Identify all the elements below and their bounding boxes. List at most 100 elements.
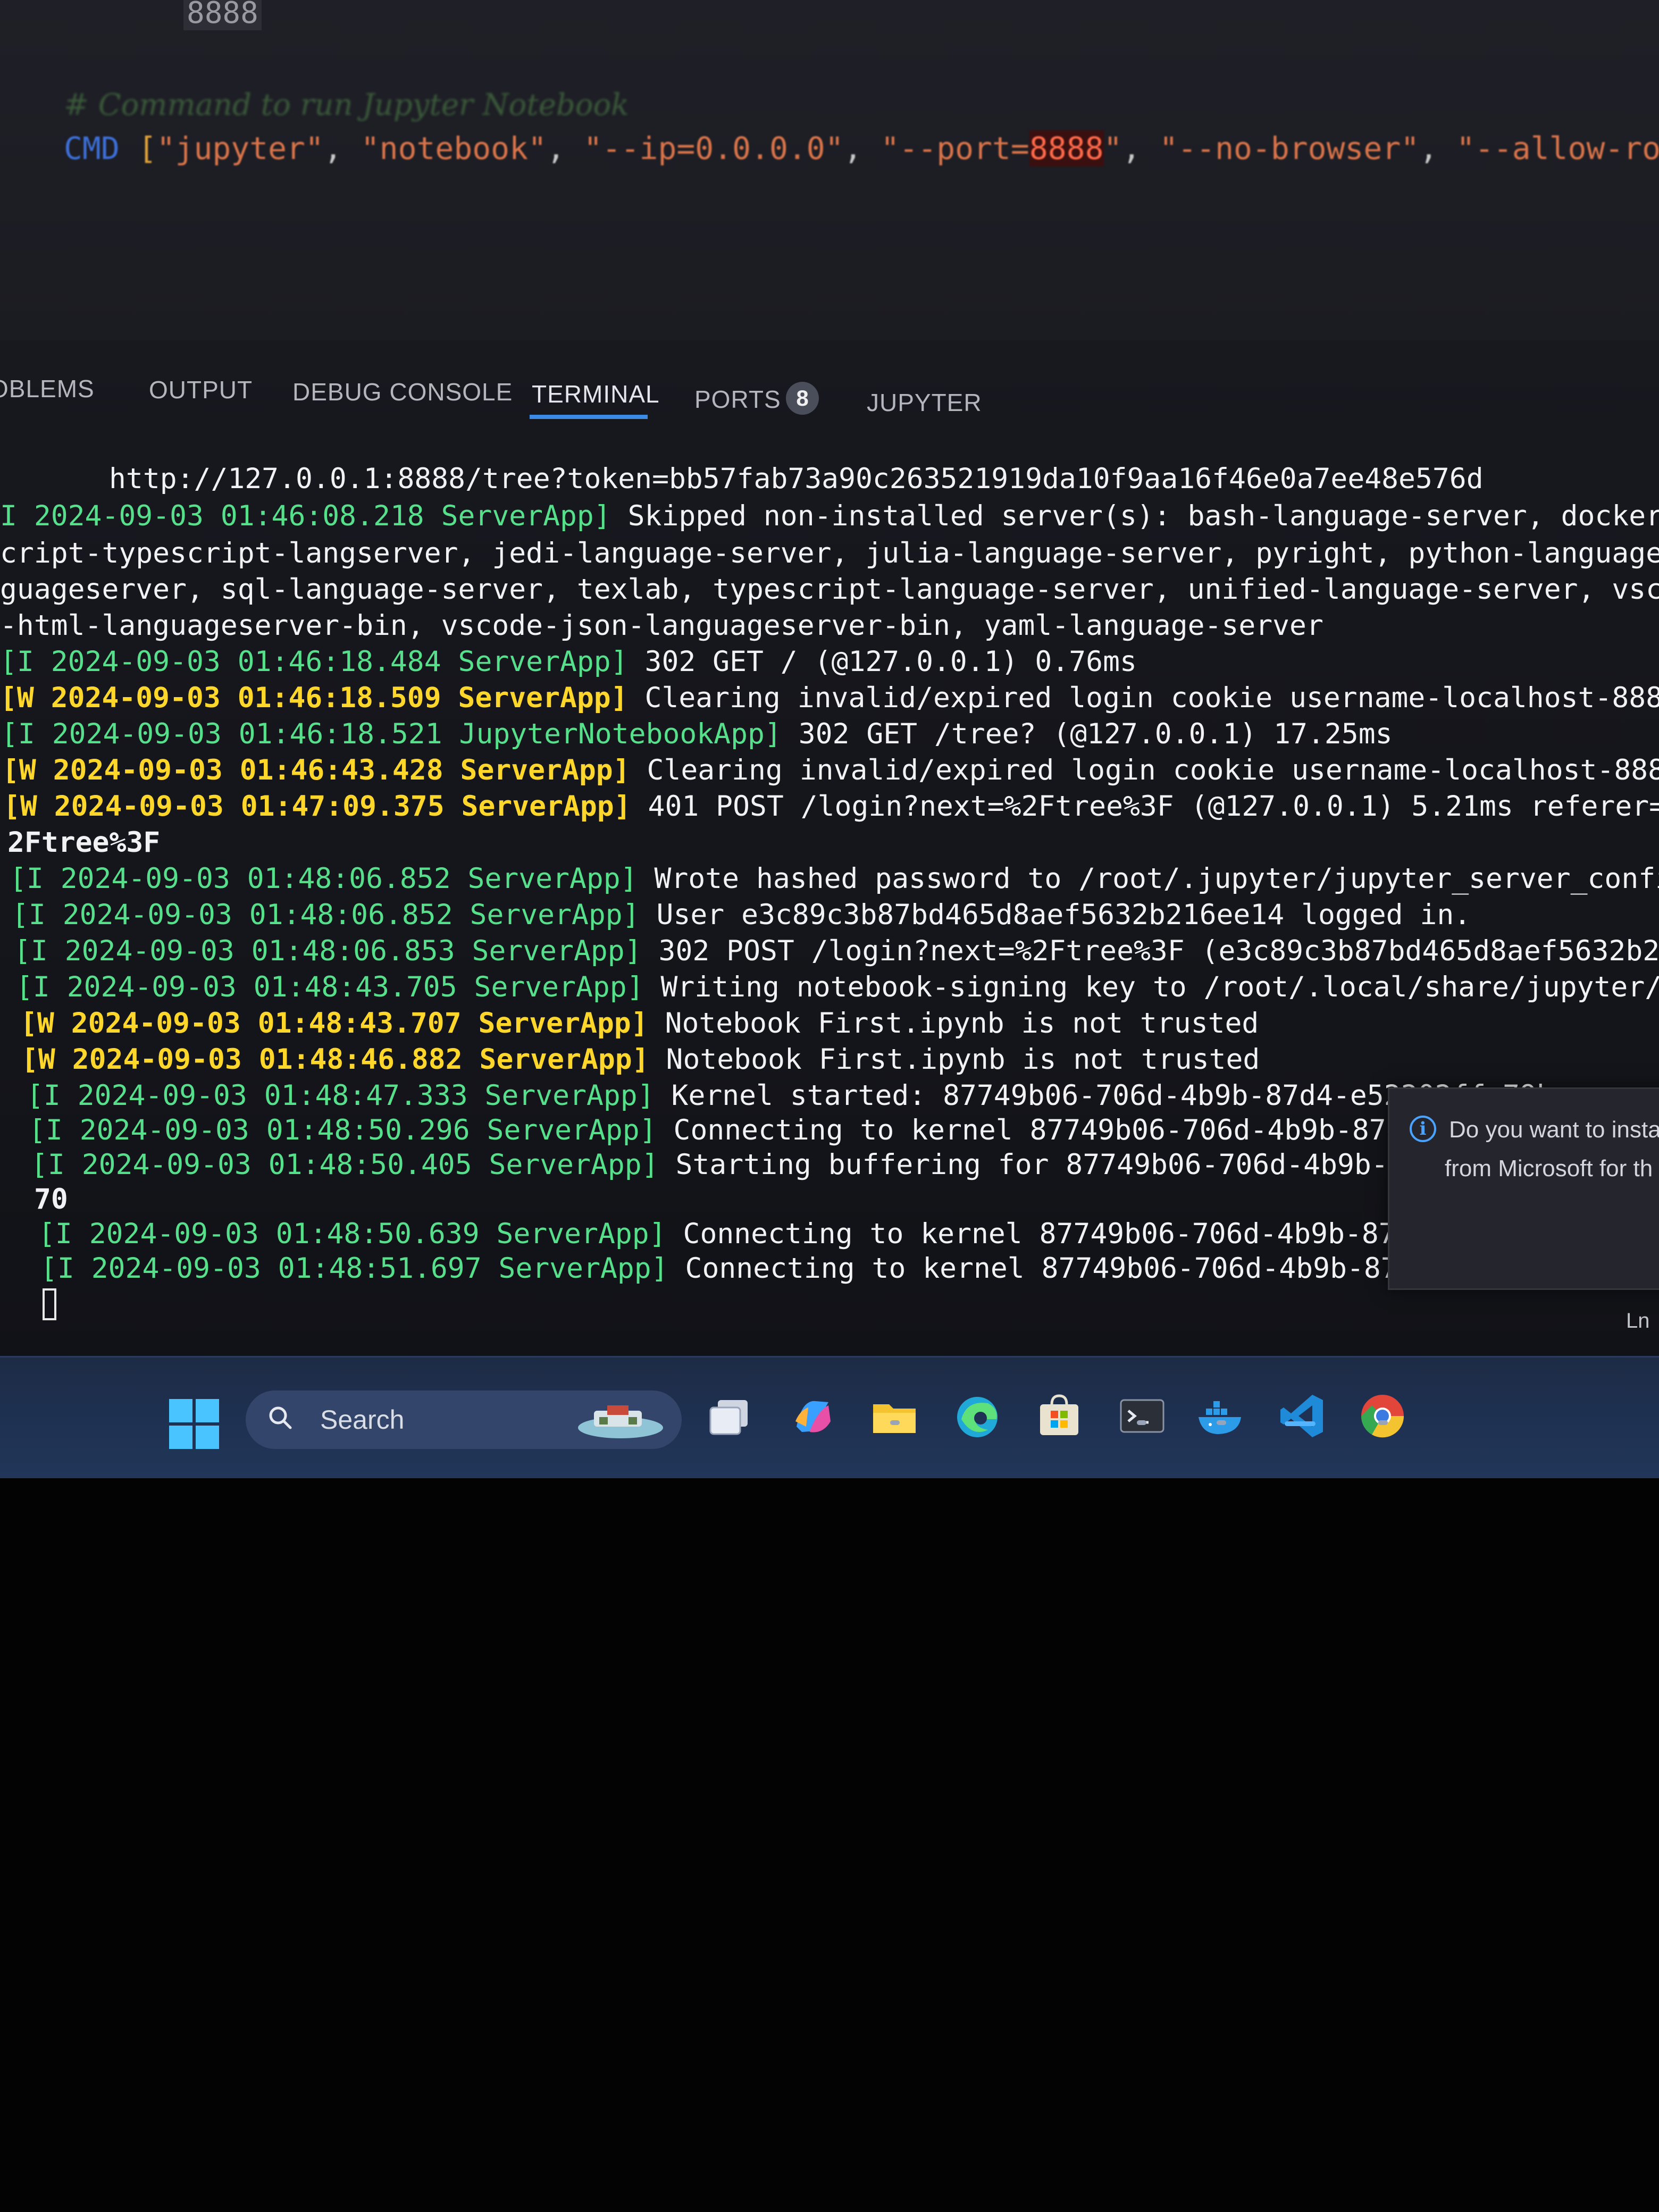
log-line: [I 2024-09-03 01:48:06.852 ServerApp] Us… xyxy=(12,899,1471,931)
cmd-arg-ip: "--ip=0.0.0.0" xyxy=(583,130,844,166)
log-line: guageserver, sql-language-server, texlab… xyxy=(0,573,1659,606)
desk-background xyxy=(0,1478,1659,2212)
cmd-open-bracket: [ xyxy=(138,130,157,166)
log-line: [W 2024-09-03 01:46:43.428 ServerApp] Cl… xyxy=(2,754,1659,786)
tab-terminal[interactable]: TERMINAL xyxy=(532,380,660,408)
log-prefix: [I 2024-09-03 01:46:18.484 ServerApp] xyxy=(0,646,628,678)
running-indicator xyxy=(1137,1420,1146,1425)
cmd-keyword: CMD xyxy=(64,130,120,166)
log-line: I 2024-09-03 01:46:08.218 ServerApp] Ski… xyxy=(0,500,1659,532)
task-view-icon[interactable] xyxy=(703,1389,756,1443)
notification-text-line-2: from Microsoft for th xyxy=(1445,1155,1653,1182)
microsoft-store-icon[interactable] xyxy=(1033,1389,1086,1443)
active-tab-indicator xyxy=(530,415,648,419)
windows-start-icon[interactable] xyxy=(169,1399,220,1449)
running-indicator xyxy=(1378,1420,1388,1425)
log-message: 302 GET / (@127.0.0.1) 0.76ms xyxy=(627,646,1137,678)
log-message: Clearing invalid/expired login cookie us… xyxy=(630,754,1659,786)
log-message: Notebook First.ipynb is not trusted xyxy=(648,1007,1259,1040)
log-prefix: [I 2024-09-03 01:48:50.296 ServerApp] xyxy=(29,1114,657,1146)
log-line: [I 2024-09-03 01:46:18.484 ServerApp] 30… xyxy=(0,646,1137,678)
cmd-arg-notebook: "notebook" xyxy=(361,130,547,166)
terminal-prompt[interactable] xyxy=(43,1287,56,1321)
log-line: [I 2024-09-03 01:48:06.852 ServerApp] Wr… xyxy=(10,862,1659,895)
active-app-indicator xyxy=(1285,1421,1316,1426)
log-message: Writing notebook-signing key to /root/.l… xyxy=(660,971,1659,1003)
log-line: [I 2024-09-03 01:46:18.521 JupyterNotebo… xyxy=(1,718,1393,750)
log-prefix: [I 2024-09-03 01:48:06.852 ServerApp] xyxy=(12,899,640,931)
log-line: 2Ftree%3F xyxy=(7,826,161,859)
extension-install-notification[interactable]: i Do you want to insta from Microsoft fo… xyxy=(1388,1087,1659,1290)
running-indicator xyxy=(890,1420,900,1425)
info-icon: i xyxy=(1410,1116,1436,1142)
file-explorer-icon[interactable] xyxy=(868,1389,921,1443)
log-line: cript-typescript-langserver, jedi-langua… xyxy=(0,537,1659,569)
tab-output[interactable]: OUTPUT xyxy=(149,375,253,404)
log-message: Wrote hashed password to /root/.jupyter/… xyxy=(654,862,1659,895)
log-prefix: [I 2024-09-03 01:48:06.853 ServerApp] xyxy=(14,935,642,967)
cmd-sep: , xyxy=(1419,130,1457,166)
running-indicator xyxy=(1217,1420,1226,1425)
terminal-url-line[interactable]: http://127.0.0.1:8888/tree?token=bb57fab… xyxy=(109,463,1484,495)
log-message: Notebook First.ipynb is not trusted xyxy=(649,1043,1260,1076)
search-label: Search xyxy=(320,1405,405,1435)
editor-line-port: 8888 xyxy=(183,0,262,30)
cmd-port-highlight: 8888 xyxy=(1029,130,1104,166)
ports-count-badge: 8 xyxy=(786,382,819,415)
log-prefix-warning: [W 2024-09-03 01:46:43.428 ServerApp] xyxy=(2,754,630,786)
tab-problems[interactable]: OBLEMS xyxy=(0,374,95,403)
log-prefix: [I 2024-09-03 01:48:51.697 ServerApp] xyxy=(40,1252,668,1285)
log-prefix: [I 2024-09-03 01:46:18.521 JupyterNotebo… xyxy=(1,718,782,750)
log-prefix: [I 2024-09-03 01:48:43.705 ServerApp] xyxy=(16,971,644,1003)
docker-icon[interactable] xyxy=(1194,1389,1247,1443)
log-line: [W 2024-09-03 01:48:43.707 ServerApp] No… xyxy=(20,1007,1259,1040)
log-message: Skipped non-installed server(s): bash-la… xyxy=(627,500,1659,532)
log-line: -html-languageserver-bin, vscode-json-la… xyxy=(0,609,1323,642)
log-prefix: [I 2024-09-03 01:48:06.852 ServerApp] xyxy=(10,862,638,895)
log-line: [I 2024-09-03 01:48:06.853 ServerApp] 30… xyxy=(14,935,1659,967)
editor-comment-line: # Command to run Jupyter Notebook xyxy=(64,88,630,122)
log-prefix-warning: [W 2024-09-03 01:48:46.882 ServerApp] xyxy=(21,1043,649,1076)
cmd-arg-port: "--port= xyxy=(881,130,1029,166)
taskbar-search-box[interactable]: Search xyxy=(246,1390,682,1449)
log-prefix-warning: [W 2024-09-03 01:48:43.707 ServerApp] xyxy=(20,1007,648,1040)
cmd-arg-port-close: " xyxy=(1103,130,1122,166)
cmd-arg-jupyter: "jupyter" xyxy=(156,130,324,166)
log-message: Clearing invalid/expired login cookie us… xyxy=(627,682,1659,714)
edge-icon[interactable] xyxy=(951,1389,1004,1443)
tab-jupyter[interactable]: JUPYTER xyxy=(867,388,982,417)
log-message: User e3c89c3b87bd465d8aef5632b216ee14 lo… xyxy=(639,899,1471,931)
log-prefix-warning: [W 2024-09-03 01:47:09.375 ServerApp] xyxy=(3,790,631,823)
log-message: 302 GET /tree? (@127.0.0.1) 17.25ms xyxy=(781,718,1393,750)
chrome-icon[interactable] xyxy=(1356,1389,1409,1443)
cmd-sep: , xyxy=(323,130,361,166)
search-icon xyxy=(269,1406,292,1429)
cmd-arg-no-browser: "--no-browser" xyxy=(1159,130,1420,166)
log-line: [I 2024-09-03 01:48:47.333 ServerApp] Ke… xyxy=(27,1079,1554,1112)
log-prefix-warning: [W 2024-09-03 01:46:18.509 ServerApp] xyxy=(0,682,628,714)
log-prefix: [I 2024-09-03 01:48:50.639 ServerApp] xyxy=(38,1218,666,1250)
notification-text-line-1: Do you want to insta xyxy=(1449,1117,1659,1143)
log-message: 401 POST /login?next=%2Ftree%3F (@127.0.… xyxy=(648,790,1659,823)
status-line-number[interactable]: Ln xyxy=(1626,1309,1650,1333)
tab-debug-console[interactable]: DEBUG CONSOLE xyxy=(292,378,513,406)
terminal-icon[interactable] xyxy=(1116,1389,1169,1443)
vscode-icon[interactable] xyxy=(1275,1389,1328,1443)
log-line: 70 xyxy=(34,1183,68,1216)
cmd-sep: , xyxy=(843,130,881,166)
code-editor[interactable]: 8888 # Command to run Jupyter Notebook C… xyxy=(0,0,1659,340)
log-line: [W 2024-09-03 01:48:46.882 ServerApp] No… xyxy=(21,1043,1260,1076)
log-message: 302 POST /login?next=%2Ftree%3F (e3c89c3… xyxy=(658,935,1659,967)
cmd-arg-allow-root: "--allow-root" xyxy=(1456,130,1659,166)
log-line: [W 2024-09-03 01:46:18.509 ServerApp] Cl… xyxy=(0,682,1659,714)
copilot-icon[interactable] xyxy=(786,1389,839,1443)
log-line: [I 2024-09-03 01:48:43.705 ServerApp] Wr… xyxy=(16,971,1659,1003)
cmd-sep: , xyxy=(546,130,584,166)
log-line: [W 2024-09-03 01:47:09.375 ServerApp] 40… xyxy=(3,790,1659,823)
terminal-cursor xyxy=(43,1288,56,1321)
tab-ports[interactable]: PORTS xyxy=(694,385,781,414)
log-prefix: [I 2024-09-03 01:48:47.333 ServerApp] xyxy=(27,1079,655,1112)
windows-taskbar: Search xyxy=(0,1356,1659,1478)
log-prefix: I 2024-09-03 01:46:08.218 ServerApp] xyxy=(0,500,611,532)
panel-tab-bar: OBLEMS OUTPUT DEBUG CONSOLE TERMINAL POR… xyxy=(0,362,1659,431)
